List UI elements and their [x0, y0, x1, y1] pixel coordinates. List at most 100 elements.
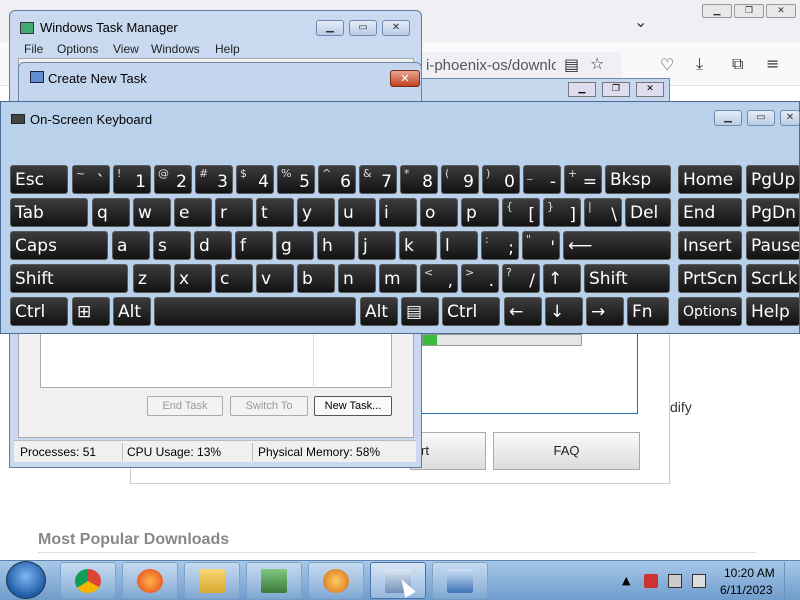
network-icon[interactable]: [668, 574, 682, 588]
ctrl-key[interactable]: Ctrl: [10, 297, 68, 326]
menu-help[interactable]: Help: [215, 42, 240, 56]
del-key[interactable]: Del: [625, 198, 671, 227]
browser-minimize-button[interactable]: ▁: [702, 4, 732, 18]
i-key[interactable]: i: [379, 198, 417, 227]
symbol-key[interactable]: ↑: [543, 264, 581, 293]
s-key[interactable]: s: [153, 231, 191, 260]
browser-close-button[interactable]: ✕: [766, 4, 796, 18]
help-key[interactable]: Help: [746, 297, 800, 326]
taskbar-chrome[interactable]: [60, 562, 116, 599]
menu-icon[interactable]: ≡: [766, 54, 779, 73]
applications-list[interactable]: [40, 334, 392, 388]
clock-time[interactable]: 10:20 AM: [724, 566, 775, 580]
symbol-key[interactable]: " ': [522, 231, 560, 260]
osk-maximize-button[interactable]: ▭: [747, 110, 775, 126]
r-key[interactable]: r: [215, 198, 253, 227]
clock-date[interactable]: 6/11/2023: [720, 583, 773, 597]
osk-close-button[interactable]: ✕: [780, 110, 800, 126]
fn-key[interactable]: Fn: [627, 297, 669, 326]
symbol-key[interactable]: ⟵: [563, 231, 671, 260]
dialog-close-button[interactable]: ✕: [636, 82, 664, 97]
alt-key[interactable]: Alt: [360, 297, 398, 326]
9-key[interactable]: (9: [441, 165, 479, 194]
symbol-key[interactable]: :;: [481, 231, 519, 260]
dialog-minimize-button[interactable]: ▁: [568, 82, 596, 97]
bookmark-star-icon[interactable]: ☆: [590, 54, 604, 73]
task-manager-close-button[interactable]: ✕: [382, 20, 410, 36]
symbol-key[interactable]: ~ `: [72, 165, 110, 194]
alt-key[interactable]: Alt: [113, 297, 151, 326]
x-key[interactable]: x: [174, 264, 212, 293]
a-key[interactable]: a: [112, 231, 150, 260]
y-key[interactable]: y: [297, 198, 335, 227]
m-key[interactable]: m: [379, 264, 417, 293]
symbol-key[interactable]: ←: [504, 297, 542, 326]
q-key[interactable]: q: [92, 198, 130, 227]
v-key[interactable]: v: [256, 264, 294, 293]
volume-icon[interactable]: [692, 574, 706, 588]
n-key[interactable]: n: [338, 264, 376, 293]
prtscn-key[interactable]: PrtScn: [678, 264, 742, 293]
0-key[interactable]: ) 0: [482, 165, 520, 194]
o-key[interactable]: o: [420, 198, 458, 227]
browser-maximize-button[interactable]: ❐: [734, 4, 764, 18]
end-key[interactable]: End: [678, 198, 742, 227]
taskbar-installer[interactable]: [308, 562, 364, 599]
tab-key[interactable]: Tab: [10, 198, 88, 227]
1-key[interactable]: ! 1: [113, 165, 151, 194]
symbol-key[interactable]: _ -: [523, 165, 561, 194]
taskbar-run-dialog[interactable]: [432, 562, 488, 599]
scrlk-key[interactable]: ScrLk: [746, 264, 800, 293]
6-key[interactable]: ^ 6: [318, 165, 356, 194]
new-task-button[interactable]: New Task...: [314, 396, 392, 416]
4-key[interactable]: $4: [236, 165, 274, 194]
task-manager-minimize-button[interactable]: ▁: [316, 20, 344, 36]
dialog-maximize-button[interactable]: ❐: [602, 82, 630, 97]
url-text[interactable]: i-phoenix-os/downlo: [426, 57, 556, 74]
d-key[interactable]: d: [194, 231, 232, 260]
symbol-key[interactable]: | \: [584, 198, 622, 227]
downloads-icon[interactable]: ⤓: [696, 54, 703, 74]
menu-options[interactable]: Options: [57, 42, 98, 56]
symbol-key[interactable]: ⊞: [72, 297, 110, 326]
j-key[interactable]: j: [358, 231, 396, 260]
home-key[interactable]: Home: [678, 165, 742, 194]
symbol-key[interactable]: <,: [420, 264, 458, 293]
pocket-icon[interactable]: ♡: [660, 55, 674, 74]
menu-file[interactable]: File: [24, 42, 43, 56]
taskbar-explorer[interactable]: [184, 562, 240, 599]
create-new-task-close-button[interactable]: ✕: [390, 70, 420, 87]
switch-to-button[interactable]: Switch To: [230, 396, 308, 416]
menu-windows[interactable]: Windows: [151, 42, 200, 56]
z-key[interactable]: z: [133, 264, 171, 293]
osk-minimize-button[interactable]: ▁: [714, 110, 742, 126]
7-key[interactable]: & 7: [359, 165, 397, 194]
symbol-key[interactable]: →: [586, 297, 624, 326]
f-key[interactable]: f: [235, 231, 273, 260]
2-key[interactable]: @2: [154, 165, 192, 194]
end-task-button[interactable]: End Task: [147, 396, 223, 416]
caps-key[interactable]: Caps: [10, 231, 108, 260]
symbol-key[interactable]: >.: [461, 264, 499, 293]
insert-key[interactable]: Insert: [678, 231, 742, 260]
3-key[interactable]: #3: [195, 165, 233, 194]
pgup-key[interactable]: PgUp: [746, 165, 800, 194]
k-key[interactable]: k: [399, 231, 437, 260]
action-center-icon[interactable]: [644, 574, 658, 588]
u-key[interactable]: u: [338, 198, 376, 227]
e-key[interactable]: e: [174, 198, 212, 227]
symbol-key[interactable]: ↓: [545, 297, 583, 326]
symbol-key[interactable]: }]: [543, 198, 581, 227]
shift-key[interactable]: Shift: [10, 264, 128, 293]
symbol-key[interactable]: ? /: [502, 264, 540, 293]
pgdn-key[interactable]: PgDn: [746, 198, 800, 227]
8-key[interactable]: * 8: [400, 165, 438, 194]
esc-key[interactable]: Esc: [10, 165, 68, 194]
taskbar-firefox[interactable]: [122, 562, 178, 599]
l-key[interactable]: l: [440, 231, 478, 260]
show-hidden-icons-icon[interactable]: ▲: [622, 574, 636, 588]
task-manager-maximize-button[interactable]: ▭: [349, 20, 377, 36]
5-key[interactable]: % 5: [277, 165, 315, 194]
symbol-key[interactable]: {[: [502, 198, 540, 227]
ctrl-key[interactable]: Ctrl: [442, 297, 500, 326]
